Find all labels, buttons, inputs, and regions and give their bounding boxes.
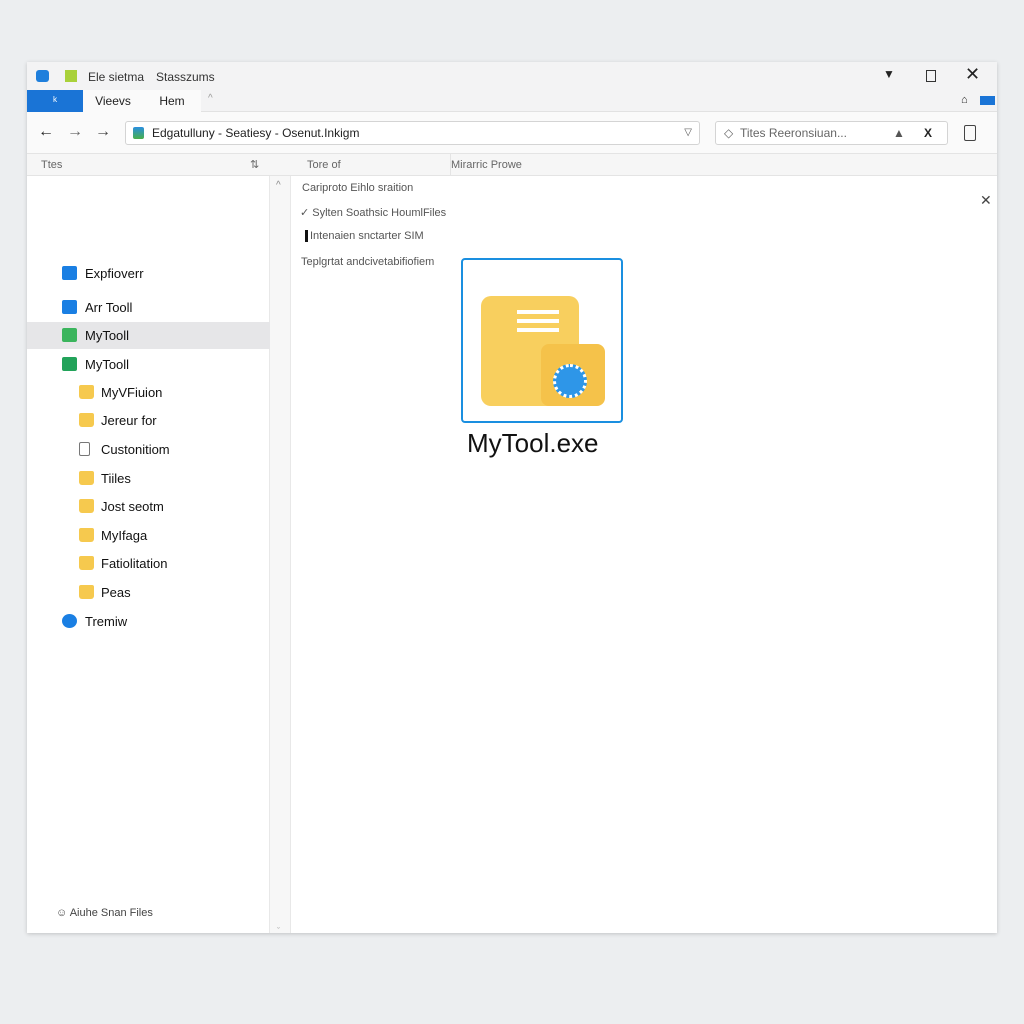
maximize-button[interactable] [926,70,936,82]
content-line[interactable]: Teplgrtat andcivetabifiofiem [301,256,434,268]
folder-icon [79,471,94,485]
sidebar-item-label: Peas [101,585,131,600]
scroll-gutter[interactable]: ^ ˇ [270,176,291,936]
sidebar-item[interactable]: Jost seotm [27,493,270,520]
folder-icon [79,528,94,542]
window-title: Ele sietma [88,70,145,84]
sidebar-item[interactable]: MyVFiuion [27,379,270,406]
sidebar-item[interactable]: Arr Tooll [27,294,270,321]
sidebar-item-label: MyTooll [85,357,130,372]
sidebar-item[interactable]: MyIfaga [27,522,270,549]
sidebar-item-label: Jost seotm [101,499,164,514]
content-line[interactable]: Intenaien snctarter SIM [305,230,424,242]
column-modified[interactable]: Mirarric Prowe [450,154,522,176]
content-line[interactable]: Cariproto Eihlo sraition [302,182,413,194]
sidebar-item[interactable]: Expfioverr [27,260,270,287]
footer-text: Aiuhe Snan Files [69,907,153,919]
app-icon [36,70,49,82]
filter-icon[interactable]: ▲ [893,122,905,144]
column-type[interactable]: Tore of [307,154,341,176]
sidebar-item-label: Arr Tooll [85,300,133,315]
tab-home[interactable]: Hem [143,90,201,112]
green-house-icon [62,357,77,371]
navigation-pane: Expfioverr Arr Tooll MyTooll MyTooll MyVFiui… [27,176,270,933]
address-dropdown-icon[interactable]: ▽ [684,122,692,144]
blue-badge-icon [62,614,77,628]
tab-views[interactable]: Vieevs [83,90,143,112]
column-name[interactable]: Ttes [41,154,62,176]
sidebar-item[interactable]: MyTooll [27,322,270,349]
sidebar-item-label: Tiiles [101,471,131,486]
folder-icon [79,385,94,399]
title-bar: Ele sietma Stasszums ▼ ✕ [27,62,997,90]
blue-square-icon [62,266,77,280]
address-toolbar: ← → → Edgatulluny - Seatiesy - Osenut.In… [27,112,997,154]
file-label[interactable]: MyTool.exe [467,428,599,459]
search-icon: ◇ [724,126,734,140]
selected-file[interactable] [461,258,623,423]
sidebar-item[interactable]: MyTooll [27,351,270,378]
search-input[interactable]: Tites Reeronsiuan... [740,122,847,144]
collapse-ribbon-icon[interactable]: ^ [208,93,213,104]
folder-icon [79,585,94,599]
sidebar-item[interactable]: Jereur for [27,407,270,434]
sidebar-item[interactable]: Tiiles [27,465,270,492]
sidebar-item-label: MyTooll [85,328,130,343]
document-icon [79,442,90,456]
address-path: Edgatulluny - Seatiesy - Osenut.Inkigm [152,126,360,140]
sidebar-item[interactable]: Peas [27,579,270,606]
clear-search-button[interactable]: X [924,122,932,144]
sidebar-item-label: Expfioverr [85,266,144,281]
sort-icon[interactable]: ⇅ [250,154,259,176]
footer-link[interactable]: ☺ Aiuhe Snan Files [56,907,153,919]
address-bar[interactable]: Edgatulluny - Seatiesy - Osenut.Inkigm ▽ [125,121,700,145]
ribbon-tabs: ᵏ Vieevs Hem ^ ⌂ [27,90,997,112]
search-box[interactable]: ◇ Tites Reeronsiuan... ▲ X [715,121,948,145]
ribbon-options-icon[interactable] [980,96,995,105]
close-button[interactable]: ✕ [965,64,980,85]
sidebar-item[interactable]: Tremiw [27,608,270,635]
help-icon[interactable]: ⌂ [961,94,968,106]
sidebar-item-label: MyVFiuion [101,385,163,400]
details-pane-icon[interactable] [964,125,976,141]
sidebar-item[interactable]: Fatiolitation [27,550,270,577]
sidebar-item-label: Fatiolitation [101,556,168,571]
back-button[interactable]: ← [38,123,54,141]
location-icon [133,127,144,139]
close-pane-button[interactable]: ✕ [980,192,992,209]
window-subtitle: Stasszums [156,70,215,84]
forward-button[interactable]: → [67,123,83,141]
sidebar-item-label: MyIfaga [101,528,148,543]
up-button[interactable]: → [95,123,111,141]
folder-icon [79,556,94,570]
mytool-exe-icon [481,296,605,406]
sidebar-item-label: Tremiw [85,614,128,629]
folder-icon [79,413,94,427]
content-line-text: Sylten Soathsic HoumlFiles [312,207,447,219]
quick-access-icon[interactable] [65,70,77,82]
green-network-icon [62,328,77,342]
dropdown-icon[interactable]: ▼ [883,67,895,81]
blue-cloud-icon [62,300,77,314]
scroll-up-icon[interactable]: ^ [276,180,281,191]
sidebar-item[interactable]: Custonitiom [27,436,270,463]
content-line[interactable]: ✓ Sylten Soathsic HoumlFiles [300,206,446,219]
folder-icon [79,499,94,513]
content-line-text: Intenaien snctarter SIM [310,230,424,242]
scroll-down-icon[interactable]: ˇ [277,926,280,936]
sidebar-item-label: Custonitiom [101,442,170,457]
column-header: Ttes ⇅ Tore of Mirarric Prowe [27,154,997,176]
file-explorer-window: Ele sietma Stasszums ▼ ✕ ᵏ Vieevs Hem ^ … [27,62,997,936]
file-tab[interactable]: ᵏ [27,90,83,112]
sidebar-item-label: Jereur for [101,413,157,428]
